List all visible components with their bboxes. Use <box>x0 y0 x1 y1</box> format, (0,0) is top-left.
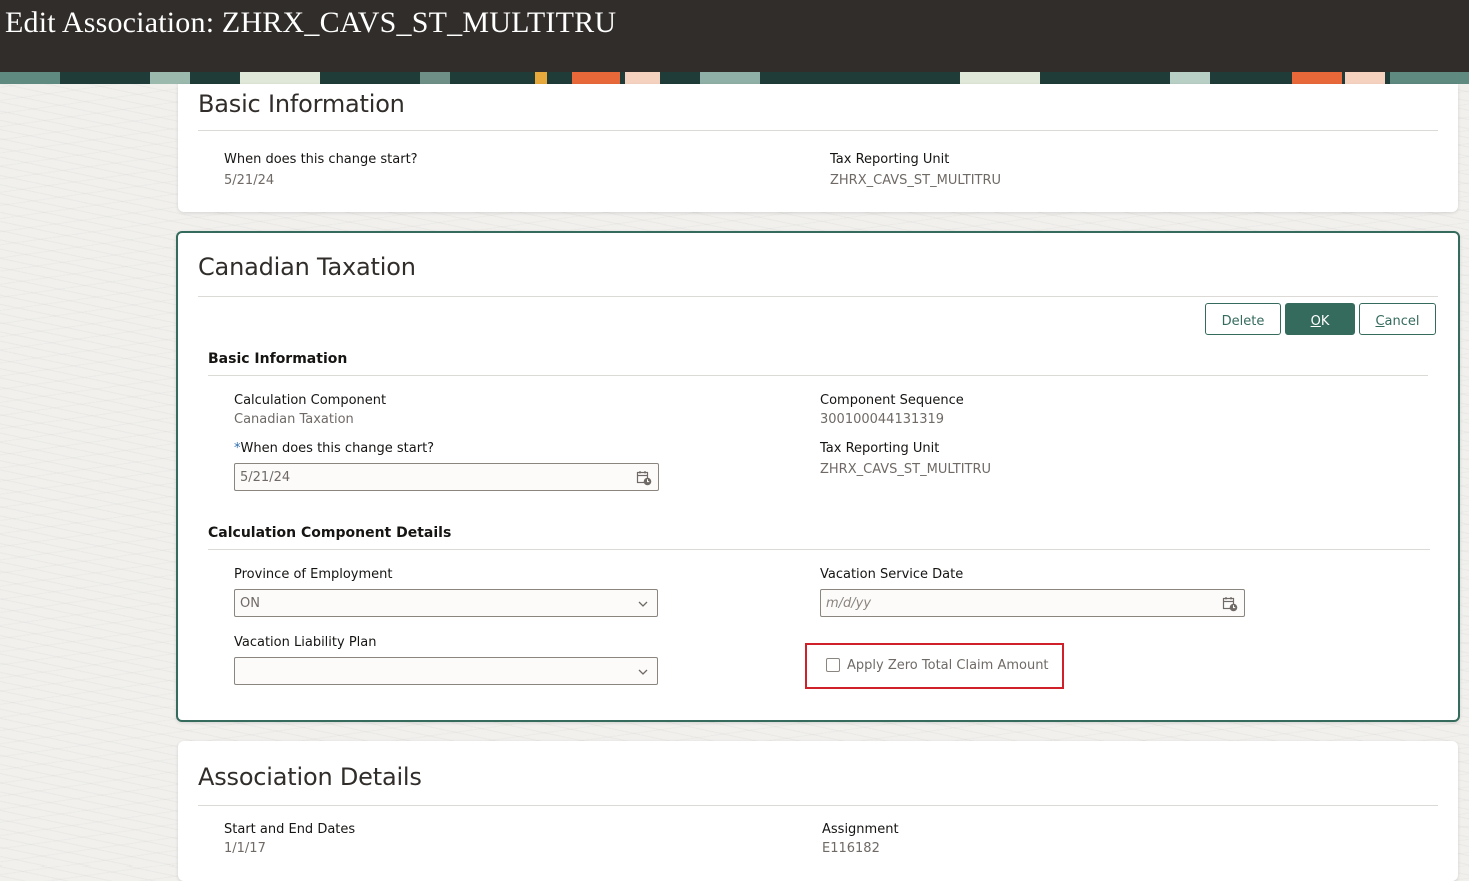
ok-button[interactable]: OK <box>1285 303 1355 335</box>
province-of-employment-value: ON <box>240 596 260 611</box>
change-start-date-value: 5/21/24 <box>240 470 291 485</box>
basic-information-title: Basic Information <box>198 90 405 118</box>
subsection-divider <box>208 549 1430 550</box>
vacation-service-date-input[interactable]: m/d/yy <box>820 589 1245 617</box>
vacation-liability-plan-select[interactable] <box>234 657 658 685</box>
canadian-taxation-card: Canadian Taxation Delete OK Cancel Basic… <box>176 231 1460 722</box>
chevron-down-icon[interactable] <box>637 666 649 678</box>
decorative-banner <box>0 72 1469 84</box>
change-start-label: *When does this change start? <box>234 441 435 456</box>
tax-reporting-unit-value: ZHRX_CAVS_ST_MULTITRU <box>830 173 1002 188</box>
start-and-end-dates-value: 1/1/17 <box>224 841 266 856</box>
calculation-component-label: Calculation Component <box>234 393 387 408</box>
basic-information-subheading: Basic Information <box>208 351 348 367</box>
change-start-value: 5/21/24 <box>224 173 275 188</box>
tax-reporting-unit-label: Tax Reporting Unit <box>830 152 950 167</box>
delete-button-label: Delete <box>1221 313 1265 329</box>
association-details-card: Association Details Start and End Dates … <box>178 741 1458 881</box>
vacation-liability-plan-label: Vacation Liability Plan <box>234 635 377 650</box>
calculation-component-details-subheading: Calculation Component Details <box>208 525 452 541</box>
assignment-label: Assignment <box>822 822 899 837</box>
province-of-employment-select[interactable]: ON <box>234 589 658 617</box>
cancel-button[interactable]: Cancel <box>1359 303 1436 335</box>
province-of-employment-label: Province of Employment <box>234 567 393 582</box>
delete-button[interactable]: Delete <box>1205 303 1281 335</box>
assignment-value: E116182 <box>822 841 880 856</box>
start-and-end-dates-label: Start and End Dates <box>224 822 356 837</box>
vacation-service-date-placeholder: m/d/yy <box>826 596 872 611</box>
calculation-component-value: Canadian Taxation <box>234 412 354 427</box>
page-header: Edit Association: ZHRX_CAVS_ST_MULTITRU <box>0 0 1469 72</box>
page-title: Edit Association: ZHRX_CAVS_ST_MULTITRU <box>5 6 617 39</box>
section-divider <box>198 130 1438 131</box>
apply-zero-total-claim-checkbox[interactable] <box>826 658 840 672</box>
cancel-button-label: Cancel <box>1375 313 1420 329</box>
change-start-date-input[interactable]: 5/21/24 <box>234 463 659 491</box>
calendar-clock-icon[interactable] <box>636 470 652 486</box>
vacation-service-date-label: Vacation Service Date <box>820 567 964 582</box>
chevron-down-icon[interactable] <box>637 598 649 610</box>
association-details-title: Association Details <box>198 763 422 791</box>
ok-button-label: OK <box>1310 313 1330 329</box>
tax-reporting-unit-value: ZHRX_CAVS_ST_MULTITRU <box>820 462 992 477</box>
tax-reporting-unit-label: Tax Reporting Unit <box>820 441 940 456</box>
section-divider <box>198 296 1438 297</box>
section-divider <box>198 805 1438 806</box>
apply-zero-total-claim-label[interactable]: Apply Zero Total Claim Amount <box>847 658 1049 673</box>
change-start-label: When does this change start? <box>224 152 418 167</box>
canadian-taxation-title: Canadian Taxation <box>198 253 416 281</box>
calendar-clock-icon[interactable] <box>1222 596 1238 612</box>
component-sequence-label: Component Sequence <box>820 393 964 408</box>
subsection-divider <box>208 375 1428 376</box>
component-sequence-value: 300100044131319 <box>820 412 945 427</box>
basic-information-card: Basic Information When does this change … <box>178 84 1458 212</box>
